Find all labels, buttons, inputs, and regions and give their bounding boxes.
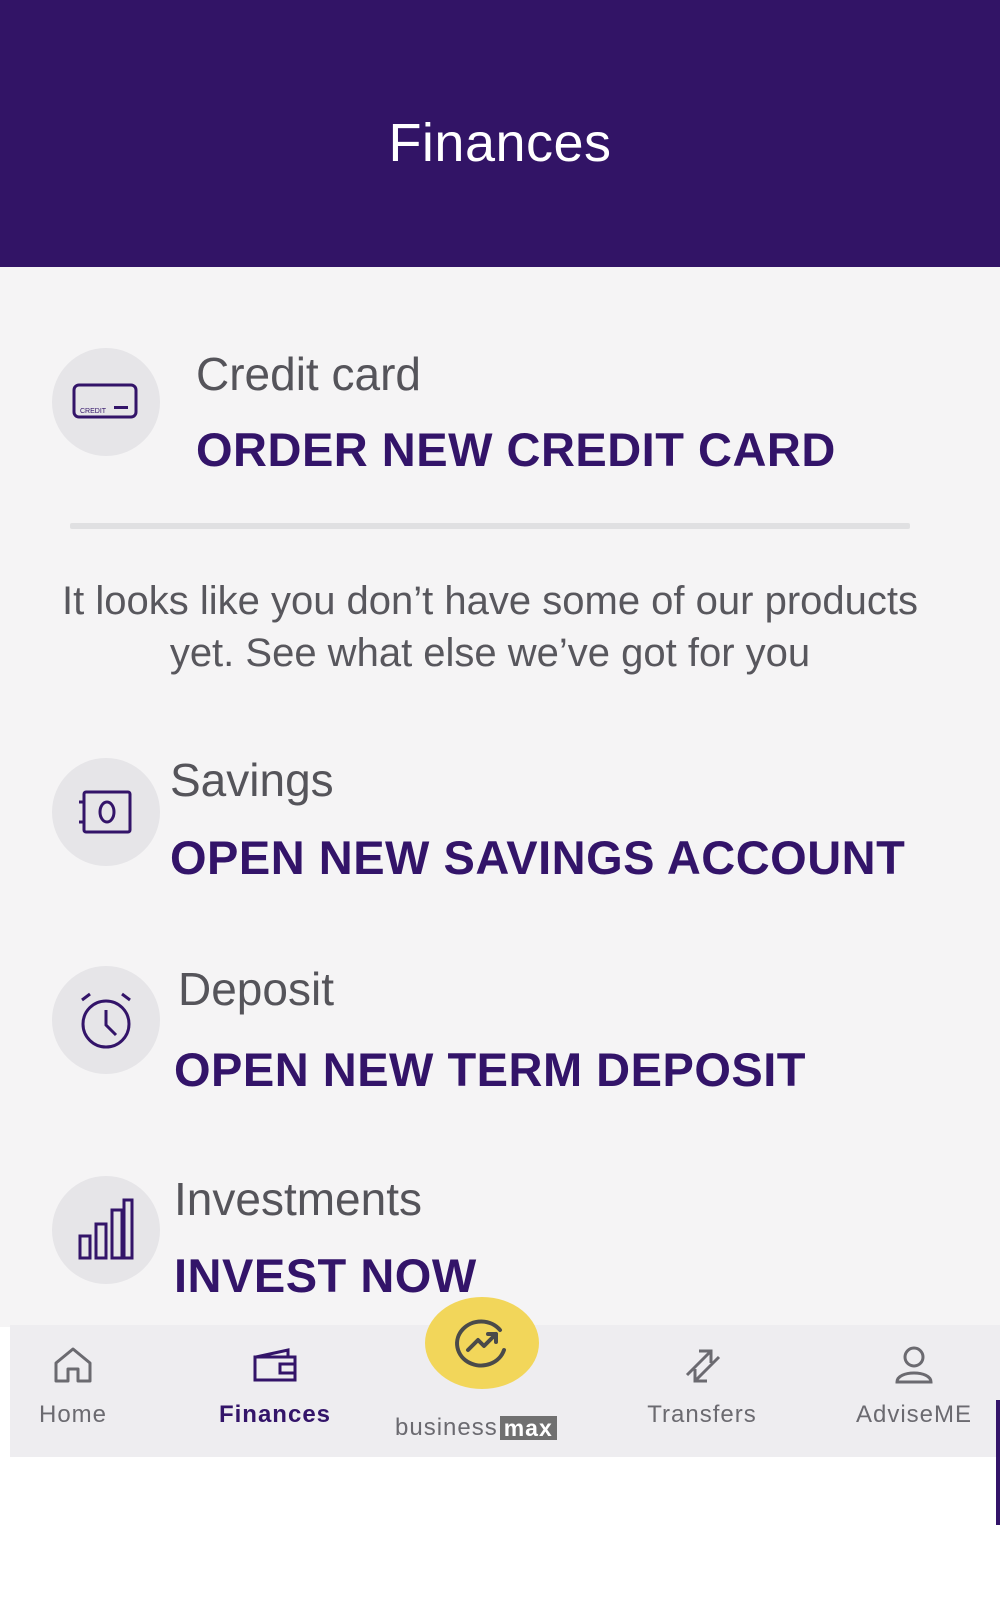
tab-transfers-label: Transfers	[647, 1401, 757, 1428]
promo-text: It looks like you don’t have some of our…	[61, 579, 918, 675]
savings-title: Savings	[170, 754, 334, 806]
credit-card-title: Credit card	[196, 348, 421, 400]
trend-icon	[455, 1319, 506, 1368]
savings-icon-circle	[52, 758, 160, 866]
tab-finances[interactable]: Finances	[200, 1325, 350, 1457]
credit-card-icon-circle: CREDIT	[52, 348, 160, 456]
invest-now-link[interactable]: INVEST NOW	[174, 1248, 477, 1303]
svg-text:CREDIT: CREDIT	[80, 408, 107, 415]
tab-adviseme[interactable]: AdviseME	[836, 1325, 992, 1457]
max-badge: max	[499, 1416, 557, 1440]
investments-title: Investments	[174, 1173, 422, 1225]
transfer-arrows-icon	[685, 1349, 721, 1383]
user-icon	[895, 1346, 933, 1384]
business-label-text: business	[395, 1414, 498, 1441]
tab-finances-label: Finances	[218, 1401, 332, 1428]
page-title: Finances	[388, 113, 612, 173]
safe-icon	[79, 790, 132, 834]
open-savings-account-link[interactable]: OPEN NEW SAVINGS ACCOUNT	[170, 830, 905, 885]
home-icon	[54, 1347, 92, 1383]
alarm-clock-icon	[81, 992, 131, 1049]
credit-card-icon: CREDIT	[72, 383, 138, 419]
tab-home-label: Home	[38, 1401, 108, 1428]
wallet-icon	[253, 1348, 297, 1382]
divider	[70, 523, 910, 529]
tab-home[interactable]: Home	[10, 1325, 136, 1457]
tab-adviseme-label: AdviseME	[855, 1401, 973, 1428]
business-max-button[interactable]	[425, 1297, 539, 1389]
investments-icon-circle	[52, 1176, 160, 1284]
deposit-icon-circle	[52, 966, 160, 1074]
tab-business-max-label[interactable]: business max	[395, 1414, 557, 1442]
open-term-deposit-link[interactable]: OPEN NEW TERM DEPOSIT	[174, 1042, 806, 1097]
app-header: Finances	[0, 0, 1000, 267]
deposit-title: Deposit	[178, 963, 334, 1015]
tab-transfers[interactable]: Transfers	[622, 1325, 782, 1457]
order-credit-card-link[interactable]: ORDER NEW CREDIT CARD	[196, 422, 836, 477]
bar-chart-icon	[78, 1198, 134, 1260]
edge-accent-line	[996, 1400, 1000, 1525]
